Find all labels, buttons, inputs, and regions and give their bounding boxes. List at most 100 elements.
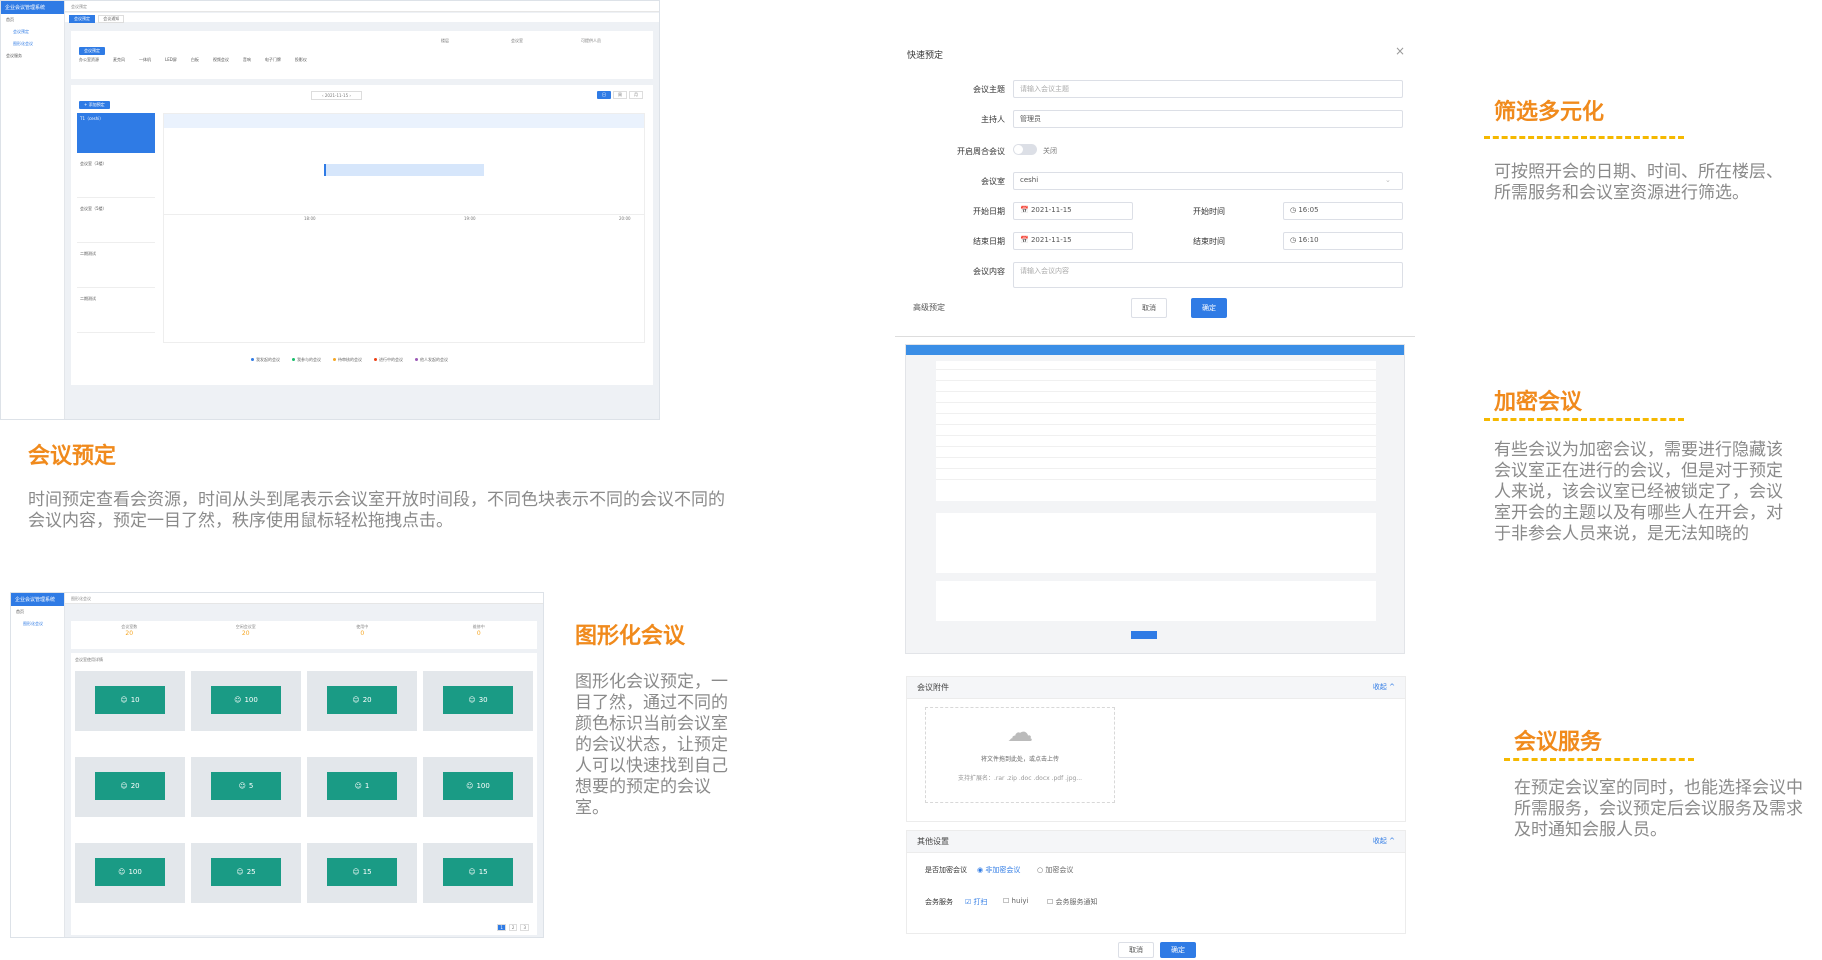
room-tile[interactable]: ☺ 15 — [307, 843, 417, 903]
room-table: ☺ 15 — [326, 858, 398, 886]
recurring-state: 关闭 — [1043, 147, 1057, 155]
host-input[interactable]: 管理员 — [1013, 110, 1403, 128]
booking-block[interactable] — [324, 164, 484, 176]
sidebar-item-graphic[interactable]: 图形化会议 — [11, 618, 64, 630]
sidebar-item-booking[interactable]: 会议预定 — [1, 26, 64, 38]
subject-input[interactable]: 请输入会议主题 — [1013, 80, 1403, 98]
service-filter-item[interactable]: 电子门牌 — [265, 57, 281, 63]
legend-label: 待审核的会议 — [338, 357, 362, 362]
start-date-input[interactable]: 📅 2021-11-15 — [1013, 202, 1133, 220]
confirm-button[interactable]: 确定 — [1191, 298, 1227, 318]
end-date-input[interactable]: 📅 2021-11-15 — [1013, 232, 1133, 250]
end-time-input[interactable]: ◷ 16:10 — [1283, 232, 1403, 250]
other-collapse[interactable]: 收起 ^ — [1373, 836, 1395, 846]
room-card[interactable]: 二期测试 — [77, 293, 155, 333]
stat-item: 维修中 0 — [421, 621, 538, 649]
page-button[interactable]: 2 — [508, 924, 518, 931]
service-option-clean[interactable]: ☑ 打扫 — [965, 897, 988, 907]
day-view-button[interactable]: 日 — [597, 91, 611, 99]
stats-card: 会议室数 20 空闲会议室 20 使用中 0 维修中 0 — [71, 621, 537, 649]
section-desc-filter: 可按照开会的日期、时间、所在楼层、所需服务和会议室资源进行筛选。 — [1494, 162, 1783, 203]
participant-row — [936, 468, 1376, 469]
attachment-collapse[interactable]: 收起 ^ — [1373, 682, 1395, 692]
advanced-booking-link[interactable]: 高级预定 — [913, 302, 945, 313]
room-tile[interactable]: ☺ 100 — [75, 843, 185, 903]
room-table: ☺ 1 — [326, 772, 398, 800]
room-capacity: 30 — [478, 695, 488, 704]
app-logo: 企业会议管理系统 — [1, 1, 64, 14]
add-booking-button[interactable]: + 添加预定 — [79, 101, 110, 109]
service-filter-item[interactable]: 一体机 — [139, 57, 151, 63]
service-filter-item[interactable]: 投影仪 — [295, 57, 307, 63]
bottom-cancel-button[interactable]: 取消 — [1118, 942, 1154, 958]
start-time-input[interactable]: ◷ 16:05 — [1283, 202, 1403, 220]
room-card[interactable]: T1（ceshi） — [77, 113, 155, 153]
stat-value: 20 — [241, 630, 250, 637]
service-filter-item[interactable]: 视频会议 — [213, 57, 229, 63]
upload-cloud-icon: ☁ — [1007, 718, 1033, 748]
room-list: T1（ceshi） 会议室（3楼） 会议室（5楼） 二期测试 二期测试 — [77, 113, 155, 338]
end-time-label: 结束时间 — [1193, 237, 1225, 246]
encrypt-label: 是否加密会议 — [925, 866, 967, 874]
bottom-confirm-button[interactable]: 确定 — [1160, 942, 1196, 958]
stat-item: 空闲会议室 20 — [188, 621, 305, 649]
room-tile[interactable]: ☺ 25 — [191, 843, 301, 903]
service-label: 会务服务 — [925, 898, 953, 906]
room-select[interactable]: ceshi — [1013, 172, 1403, 190]
recurring-toggle[interactable] — [1013, 144, 1037, 155]
encrypt-option-on[interactable]: ○ 加密会议 — [1037, 865, 1073, 875]
room-tile[interactable]: ☺ 15 — [423, 843, 533, 903]
cancel-button[interactable]: 取消 — [1131, 298, 1167, 318]
month-view-button[interactable]: 月 — [629, 91, 643, 99]
start-time-label: 开始时间 — [1193, 207, 1225, 216]
room-tile[interactable]: ☺ 100 — [191, 671, 301, 731]
grid-line — [164, 214, 644, 215]
other-settings-panel: 其他设置 收起 ^ 是否加密会议 ◉ 非加密会议 ○ 加密会议 会务服务 ☑ 打… — [906, 830, 1406, 934]
close-icon[interactable]: × — [1395, 44, 1405, 58]
person-icon: ☺ — [118, 867, 126, 876]
week-view-button[interactable]: 周 — [613, 91, 627, 99]
encrypt-option-off[interactable]: ◉ 非加密会议 — [977, 865, 1020, 875]
room-table: ☺ 20 — [326, 686, 398, 714]
room-card[interactable]: 会议室（3楼） — [77, 158, 155, 198]
service-option-notify[interactable]: ☐ 会务服务通知 — [1047, 897, 1098, 907]
sidebar-item-home[interactable]: 首页 — [1, 14, 64, 26]
sidebar-item-service[interactable]: 会议服务 — [1, 50, 64, 62]
service-filter-item[interactable]: 麦克风 — [113, 57, 125, 63]
service-filter-item[interactable]: LED屏 — [165, 57, 177, 63]
sidebar-item-graphic[interactable]: 图形化会议 — [1, 38, 64, 50]
sidebar-item-home[interactable]: 首页 — [11, 606, 64, 618]
person-icon: ☺ — [352, 867, 360, 876]
date-picker[interactable]: ‹ 2021-11-15 › — [311, 91, 362, 100]
tab-notice[interactable]: 会议通知 — [98, 15, 125, 23]
service-option-huiyi[interactable]: ☐ huiyi — [1003, 897, 1028, 905]
person-icon: ☺ — [120, 781, 128, 790]
tab-booking[interactable]: 会议预定 — [69, 15, 95, 23]
service-filter-item[interactable]: 白板 — [191, 57, 199, 63]
participant-table — [936, 361, 1376, 501]
room-card[interactable]: 会议室（5楼） — [77, 203, 155, 243]
mini-confirm-button[interactable] — [1131, 631, 1157, 639]
room-tile[interactable]: ☺ 30 — [423, 671, 533, 731]
page-button[interactable]: 3 — [520, 924, 529, 931]
page-button[interactable]: 1 — [497, 924, 506, 931]
legend-label: 我发起的会议 — [256, 357, 280, 362]
room-tile[interactable]: ☺ 100 — [423, 757, 533, 817]
room-tile[interactable]: ☺ 10 — [75, 671, 185, 731]
room-filter-label: 会议室 — [511, 38, 523, 43]
service-filter-item[interactable]: 办公室资源 — [79, 57, 99, 63]
person-icon: ☺ — [120, 695, 128, 704]
room-table: ☺ 25 — [210, 858, 282, 886]
room-capacity: 100 — [244, 695, 258, 704]
room-tile[interactable]: ☺ 1 — [307, 757, 417, 817]
service-filter-item[interactable]: 音响 — [243, 57, 251, 63]
time-grid: 18:00 19:00 20:00 — [163, 113, 645, 343]
room-card[interactable]: 二期测试 — [77, 248, 155, 288]
room-tile[interactable]: ☺ 20 — [75, 757, 185, 817]
content-textarea[interactable]: 请输入会议内容 — [1013, 262, 1403, 288]
room-tile[interactable]: ☺ 5 — [191, 757, 301, 817]
section-desc-graphic: 图形化会议预定，一目了然，通过不同的颜色标识当前会议室的会议状态，让预定人可以快… — [575, 672, 728, 818]
booking-view-button[interactable]: 会议预定 — [79, 47, 105, 55]
upload-area[interactable]: ☁ 将文件拖到此处，或点击上传 支持扩展名：.rar .zip .doc .do… — [925, 707, 1115, 803]
room-tile[interactable]: ☺ 20 — [307, 671, 417, 731]
